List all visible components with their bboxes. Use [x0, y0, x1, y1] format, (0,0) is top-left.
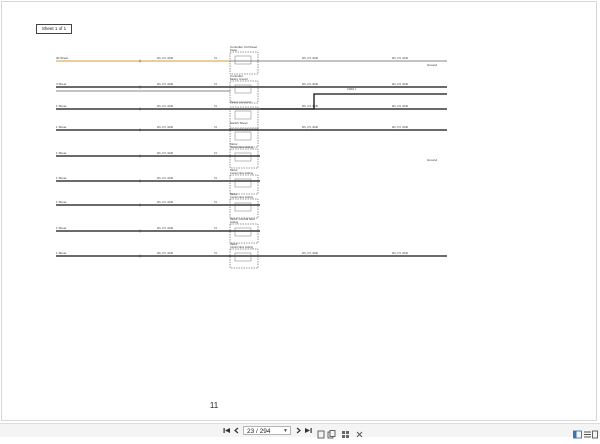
ground-label: Ground	[427, 158, 437, 162]
component-sublabel: Control door locking	[230, 195, 254, 199]
component-box	[229, 223, 259, 244]
component-box	[229, 198, 259, 219]
wire-origin-label: 1 Sheet	[56, 226, 67, 230]
component-symbol	[234, 55, 252, 65]
wire-origin-label: 1 Sheet	[56, 104, 67, 108]
wire-spec-label: Ws, 0.5, 1040	[392, 82, 409, 86]
wire-spec-label: Ws, 0.5, 1040	[157, 151, 174, 155]
component-symbol	[234, 131, 252, 141]
wire-origin-label: 1 Sheet	[56, 125, 67, 129]
wire-spec-label: Ws, 0.5, 1040	[157, 104, 174, 108]
component-sublabel: Control door locking	[230, 145, 254, 149]
wire-spec-label: Ws, 0.5, 1040	[157, 176, 174, 180]
wire-spec-label: Ws, 0.5, 1040	[302, 125, 319, 129]
component-label: Switch Sheet	[230, 121, 248, 125]
component-symbol	[234, 110, 252, 120]
pin-label: X1	[214, 177, 218, 180]
pdf-viewer: Sheet 1 of 1 30 Sheet Ws, 0.5, 1040 X1 Ws, …	[0, 0, 600, 439]
wire-spec-label: Ws, 0.5, 1040	[302, 56, 319, 60]
component-sublabel: Control door locking	[230, 171, 254, 175]
chevron-left-icon[interactable]	[232, 425, 241, 436]
component-symbol	[234, 202, 252, 212]
list-icon[interactable]	[583, 426, 592, 438]
wiring-schematic: 30 Sheet Ws, 0.5, 1040 X1 Ws, 0.5, 1040 Ws, …	[56, 45, 447, 269]
component-box	[229, 106, 259, 130]
skip-forward-icon[interactable]	[304, 425, 313, 436]
wire-origin-label: 1 Sheet	[56, 151, 67, 155]
sidebar-icon[interactable]	[573, 426, 582, 439]
component-symbol	[234, 227, 252, 237]
wire-origin-label: 4 Sheet	[56, 82, 67, 86]
component-box	[229, 248, 259, 269]
fit-page-icon[interactable]	[317, 426, 326, 439]
wire-origin-label: 1 Sheet	[56, 176, 67, 180]
page-number: 11	[209, 401, 219, 410]
page-number-input[interactable]: 23 / 294 ▼	[243, 426, 291, 435]
thumbnails-icon[interactable]	[341, 426, 350, 438]
wire-group: 30 Sheet Ws, 0.5, 1040 X1 Ws, 0.5, 1040 Ws, …	[56, 56, 447, 258]
layout-icon[interactable]	[592, 426, 599, 439]
wire-origin-label: 1 Sheet	[56, 251, 67, 255]
wire-stepped-segment	[260, 93, 447, 110]
component-box	[229, 51, 259, 75]
component-symbol	[234, 152, 252, 162]
wire-spec-label: Ws, 0.5, 1040	[157, 56, 174, 60]
wire-spec-label: Ws, 0.5, 1040	[392, 251, 409, 255]
pin-label: X1	[214, 126, 218, 129]
wire-spec-label: Ws, 0.5, 1040	[157, 251, 174, 255]
component-symbol	[234, 178, 252, 188]
pin-label: X1	[214, 57, 218, 60]
pin-label: X1	[214, 252, 218, 255]
pin-label: C1001 1	[347, 88, 357, 91]
wire-spec-label: Ws, 0.5, 1040	[157, 82, 174, 86]
ground-label: Ground	[427, 63, 437, 67]
wire-spec-label: Ws, 0.5, 1040	[302, 251, 319, 255]
component-sublabel: locking	[230, 220, 239, 224]
wire-spec-label: Ws, 0.5, 1040	[302, 82, 319, 86]
component-sublabel: Control door locking	[230, 245, 254, 249]
wire-origin-label: 30 Sheet	[56, 56, 68, 60]
pdf-toolbar: 23 / 294 ▼	[0, 423, 600, 439]
component-symbol	[234, 84, 252, 94]
component-sublabel: Power	[230, 48, 237, 52]
copy-icon[interactable]	[327, 426, 336, 439]
pin-label: X1	[214, 152, 218, 155]
page-indicator: 23 / 294	[247, 428, 271, 435]
pin-label: X1	[214, 227, 218, 230]
chevron-right-icon[interactable]	[294, 425, 303, 436]
wire-spec-label: Ws, 0.5, 1040	[302, 104, 319, 108]
wire-origin-label: 1 Sheet	[56, 200, 67, 204]
wire-spec-label: Ws, 0.5, 1040	[392, 56, 409, 60]
close-icon[interactable]	[355, 426, 364, 438]
component-symbol	[234, 252, 252, 262]
wire-spec-label: Ws, 0.5, 1040	[157, 226, 174, 230]
component-box	[229, 148, 259, 169]
wire-spec-label: Ws, 0.5, 1040	[157, 125, 174, 129]
chevron-down-icon: ▼	[283, 428, 288, 434]
pin-label: X1	[214, 83, 218, 86]
component-label: Panel connector	[230, 100, 252, 104]
component-sublabel: Battery Ground	[230, 77, 248, 81]
skip-back-icon[interactable]	[222, 425, 231, 436]
document-page: Sheet 1 of 1 30 Sheet Ws, 0.5, 1040 X1 Ws, …	[1, 1, 597, 421]
wire-spec-label: Ws, 0.5, 1040	[157, 200, 174, 204]
pin-label: X1	[214, 201, 218, 204]
wire-spec-label: Ws, 0.5, 1040	[392, 125, 409, 129]
pin-label: X1	[214, 105, 218, 108]
wire-spec-label: Ws, 0.5, 1040	[392, 104, 409, 108]
